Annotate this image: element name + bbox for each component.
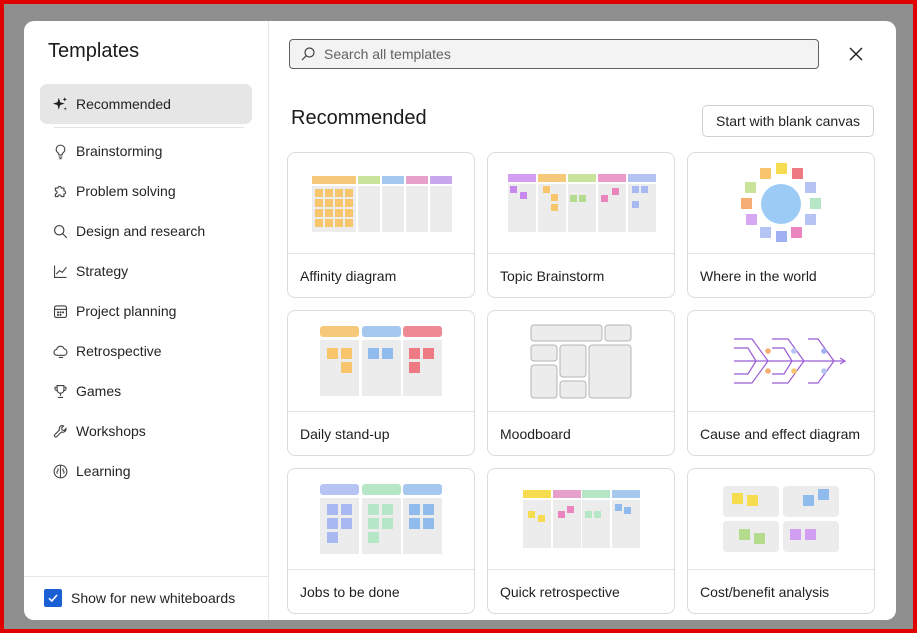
card-label: Affinity diagram (300, 268, 397, 284)
affinity-diagram-illustration (312, 176, 452, 232)
line-chart-icon (50, 261, 70, 281)
search-icon (50, 221, 70, 241)
sidebar-item-recommended[interactable]: Recommended (40, 84, 252, 124)
card-thumbnail (488, 153, 674, 254)
template-card-topic-brainstorm[interactable]: Topic Brainstorm (487, 152, 675, 298)
close-icon[interactable] (845, 43, 867, 65)
card-thumbnail (288, 153, 474, 254)
template-card-where-in-the-world[interactable]: Where in the world (687, 152, 875, 298)
calendar-icon (50, 301, 70, 321)
sidebar-item-label: Workshops (76, 423, 146, 439)
show-for-new-whiteboards-checkbox[interactable] (44, 589, 62, 607)
card-thumbnail (488, 311, 674, 412)
search-icon (301, 47, 315, 61)
sidebar-item-label: Retrospective (76, 343, 162, 359)
search-input[interactable] (322, 45, 786, 63)
template-card-affinity-diagram[interactable]: Affinity diagram (287, 152, 475, 298)
show-for-new-whiteboards[interactable]: Show for new whiteboards (44, 589, 235, 607)
quick-retrospective-illustration (523, 490, 640, 548)
nav-divider (54, 127, 244, 128)
brain-icon (50, 461, 70, 481)
cost-benefit-illustration (723, 486, 839, 552)
sidebar-footer-divider (24, 576, 268, 577)
template-card-moodboard[interactable]: Moodboard (487, 310, 675, 456)
sidebar-item-games[interactable]: Games (40, 371, 252, 411)
sidebar-item-problem-solving[interactable]: Problem solving (40, 171, 252, 211)
template-card-cost-benefit-analysis[interactable]: Cost/benefit analysis (687, 468, 875, 614)
sidebar: Templates Recommended Brainstorming Prob… (24, 21, 269, 620)
sidebar-title: Templates (48, 40, 140, 62)
where-in-the-world-illustration (741, 163, 821, 242)
card-thumbnail (288, 311, 474, 412)
card-thumbnail (688, 311, 874, 412)
card-thumbnail (488, 469, 674, 570)
template-card-daily-stand-up[interactable]: Daily stand-up (287, 310, 475, 456)
sidebar-item-label: Brainstorming (76, 143, 163, 159)
sidebar-item-label: Recommended (76, 96, 171, 112)
sidebar-item-label: Learning (76, 463, 131, 479)
card-label: Topic Brainstorm (500, 268, 605, 284)
checkbox-label: Show for new whiteboards (71, 590, 236, 606)
sidebar-item-brainstorming[interactable]: Brainstorming (40, 131, 252, 171)
sidebar-item-project-planning[interactable]: Project planning (40, 291, 252, 331)
sidebar-item-label: Games (76, 383, 122, 399)
sidebar-item-label: Problem solving (76, 183, 176, 199)
wrench-icon (50, 421, 70, 441)
sidebar-item-label: Project planning (76, 303, 177, 319)
jobs-to-be-done-illustration (320, 484, 442, 554)
card-thumbnail (688, 153, 874, 254)
sidebar-item-strategy[interactable]: Strategy (40, 251, 252, 291)
card-label: Where in the world (700, 268, 817, 284)
sparkle-icon (50, 94, 70, 114)
templates-dialog: Templates Recommended Brainstorming Prob… (24, 21, 896, 620)
card-label: Moodboard (500, 426, 571, 442)
template-card-cause-and-effect-diagram[interactable]: Cause and effect diagram (687, 310, 875, 456)
template-card-jobs-to-be-done[interactable]: Jobs to be done (287, 468, 475, 614)
cause-and-effect-illustration (734, 338, 847, 384)
template-card-quick-retrospective[interactable]: Quick retrospective (487, 468, 675, 614)
trophy-icon (50, 381, 70, 401)
card-label: Daily stand-up (300, 426, 390, 442)
checkmark-icon (48, 594, 58, 603)
card-thumbnail (288, 469, 474, 570)
sidebar-item-retrospective[interactable]: Retrospective (40, 331, 252, 371)
sidebar-item-label: Design and research (76, 223, 206, 239)
sidebar-item-workshops[interactable]: Workshops (40, 411, 252, 451)
section-title: Recommended (291, 107, 427, 129)
sidebar-item-learning[interactable]: Learning (40, 451, 252, 491)
card-label: Cost/benefit analysis (700, 584, 830, 600)
topic-brainstorm-illustration (508, 174, 656, 232)
cloud-icon (50, 341, 70, 361)
moodboard-illustration (530, 324, 632, 399)
puzzle-icon (50, 181, 70, 201)
sidebar-item-design-and-research[interactable]: Design and research (40, 211, 252, 251)
sidebar-item-label: Strategy (76, 263, 129, 279)
daily-stand-up-illustration (320, 326, 442, 396)
lightbulb-icon (50, 141, 70, 161)
card-label: Jobs to be done (300, 584, 400, 600)
card-label: Quick retrospective (500, 584, 620, 600)
card-thumbnail (688, 469, 874, 570)
start-with-blank-canvas-button[interactable]: Start with blank canvas (702, 105, 874, 137)
card-label: Cause and effect diagram (700, 426, 861, 442)
search-bar[interactable] (289, 39, 819, 69)
